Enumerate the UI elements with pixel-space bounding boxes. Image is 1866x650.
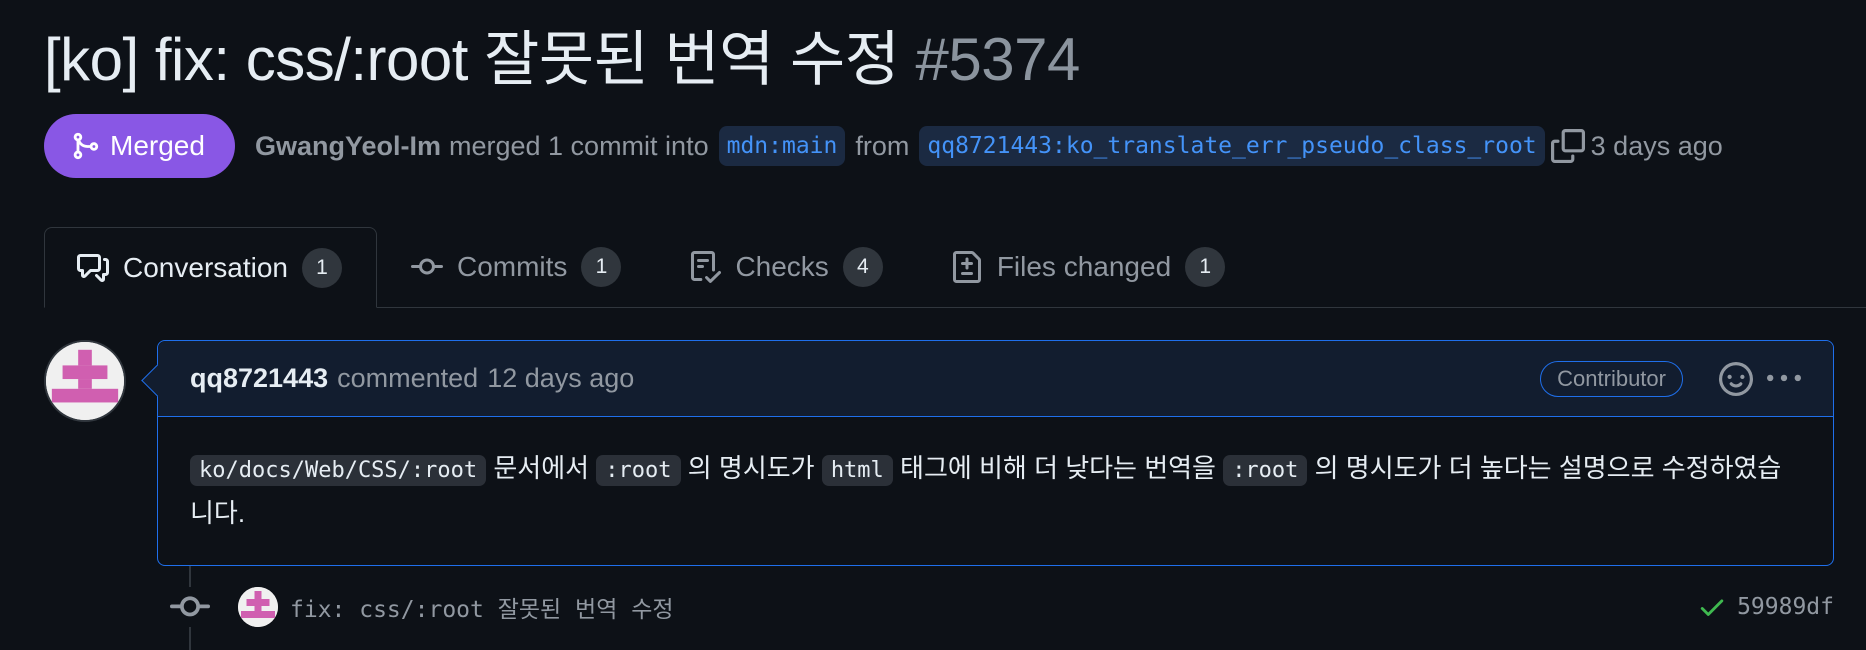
file-diff-icon: [952, 251, 981, 283]
merged-state-badge: Merged: [44, 114, 235, 178]
git-merge-icon: [73, 132, 99, 160]
commit-message-link[interactable]: fix: css/:root 잘못된 번역 수정: [290, 590, 674, 624]
pr-title: [ko] fix: css/:root 잘못된 번역 수정 #5374: [44, 20, 1080, 100]
commit-author-avatar[interactable]: [238, 587, 278, 627]
pr-title-text: [ko] fix: css/:root 잘못된 번역 수정: [44, 26, 900, 93]
comment-body: ko/docs/Web/CSS/:root 문서에서 :root 의 명시도가 …: [158, 417, 1833, 534]
git-commit-icon: [170, 587, 210, 627]
smiley-icon[interactable]: [1719, 361, 1753, 396]
merged-state-label: Merged: [110, 130, 205, 161]
tab-files-changed-label: Files changed: [996, 251, 1172, 282]
tab-files-changed[interactable]: Files changed 1: [917, 227, 1259, 307]
contributor-badge: Contributor: [1540, 360, 1683, 397]
copy-icon[interactable]: [1550, 129, 1585, 163]
tab-checks[interactable]: Checks 4: [655, 227, 916, 307]
tab-commits-count: 1: [581, 247, 622, 287]
tab-conversation[interactable]: Conversation 1: [44, 227, 377, 308]
body-text: 태그에 비해 더 낮다는 번역을: [892, 453, 1224, 483]
comment-author-link[interactable]: qq8721443: [190, 363, 328, 394]
pr-meta: Merged GwangYeol-Im merged 1 commit into…: [44, 114, 1723, 178]
pr-author-link[interactable]: GwangYeol-Im: [255, 131, 441, 162]
comment-box: qq8721443 commented 12 days ago Contribu…: [157, 340, 1834, 566]
inline-code: :root: [1223, 455, 1308, 486]
identicon-icon: [46, 342, 124, 420]
tab-checks-count: 4: [842, 247, 883, 287]
comment-action: commented: [337, 363, 479, 393]
commit-sha-link[interactable]: 59989df: [1737, 594, 1834, 620]
tab-commits[interactable]: Commits 1: [377, 227, 655, 307]
kebab-horizontal-icon[interactable]: [1767, 362, 1801, 396]
tab-conversation-label: Conversation: [123, 251, 288, 283]
tab-files-changed-count: 1: [1185, 247, 1226, 287]
git-commit-icon: [410, 258, 443, 275]
check-icon[interactable]: [1697, 592, 1727, 622]
inline-code: html: [821, 455, 893, 486]
pr-time: 3 days ago: [1590, 130, 1723, 161]
tab-commits-label: Commits: [456, 251, 568, 282]
comment-time-link[interactable]: 12 days ago: [487, 363, 634, 394]
base-branch-link[interactable]: mdn:main: [718, 126, 846, 166]
pr-tabs: Conversation 1 Commits 1 Checks 4 Files …: [44, 227, 1866, 308]
comment-header: qq8721443 commented 12 days ago Contribu…: [158, 341, 1833, 417]
checklist-icon: [691, 251, 722, 283]
pr-number: #5374: [915, 26, 1081, 93]
inline-code: ko/docs/Web/CSS/:root: [190, 455, 487, 486]
comment-discussion-icon: [77, 253, 109, 282]
from-text: from: [855, 130, 910, 161]
head-branch-link[interactable]: qq8721443:ko_translate_err_pseudo_class_…: [919, 126, 1545, 166]
tab-conversation-count: 1: [301, 247, 342, 288]
inline-code: :root: [596, 455, 681, 486]
commenter-avatar[interactable]: [44, 340, 126, 422]
body-text: 문서에서: [486, 453, 597, 483]
identicon-icon: [238, 587, 278, 627]
body-text: 의 명시도가: [680, 453, 822, 483]
tab-checks-label: Checks: [735, 251, 829, 282]
merged-text: merged 1 commit into: [448, 130, 709, 161]
commit-timeline-item: fix: css/:root 잘못된 번역 수정 59989df: [170, 585, 1834, 629]
